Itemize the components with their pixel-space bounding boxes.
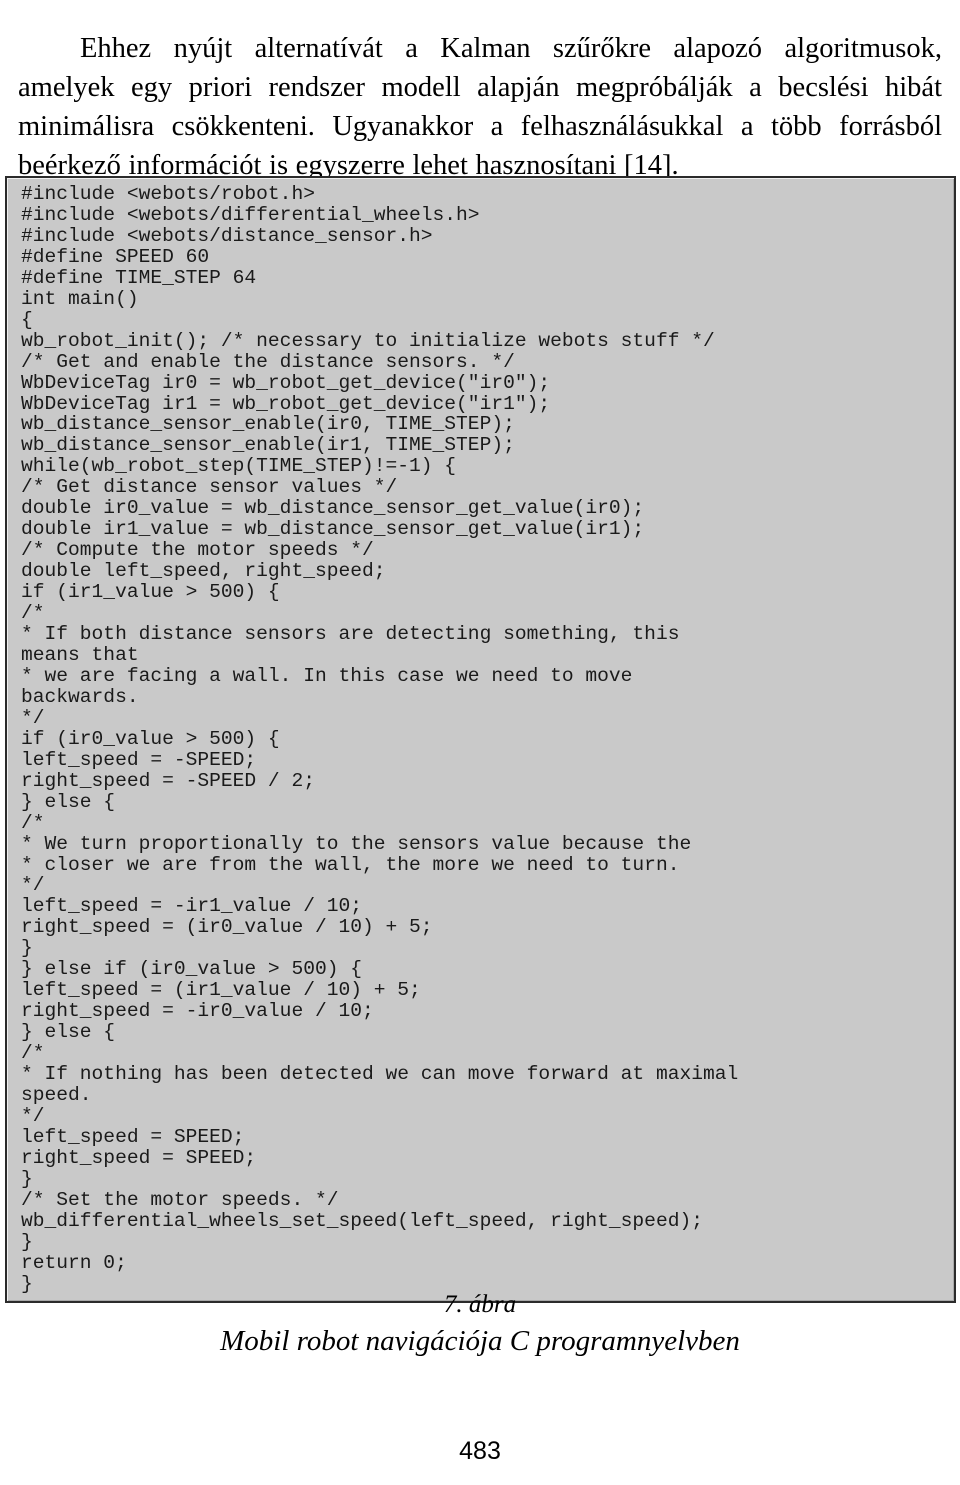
code-line: */ xyxy=(21,1104,45,1127)
code-line: if (ir1_value > 500) { xyxy=(21,581,280,604)
code-line: right_speed = -ir0_value / 10; xyxy=(21,1000,374,1023)
code-line: * we are facing a wall. In this case we … xyxy=(21,664,633,687)
code-line: right_speed = -SPEED / 2; xyxy=(21,769,315,792)
code-line: * If nothing has been detected we can mo… xyxy=(21,1063,739,1086)
code-line: if (ir0_value > 500) { xyxy=(21,727,280,750)
code-line: * If both distance sensors are detecting… xyxy=(21,623,680,646)
page-number: 483 xyxy=(459,1437,501,1465)
code-line: right_speed = (ir0_value / 10) + 5; xyxy=(21,916,433,939)
code-line: /* xyxy=(21,1042,45,1065)
code-figure: #include <webots/robot.h> #include <webot… xyxy=(5,176,956,1303)
code-line: #include <webots/distance_sensor.h> xyxy=(21,224,433,247)
code-line: } xyxy=(21,1230,33,1253)
code-line: /* Set the motor speeds. */ xyxy=(21,1188,339,1211)
code-line: */ xyxy=(21,706,45,729)
code-line: } else if (ir0_value > 500) { xyxy=(21,958,362,981)
code-line: } else { xyxy=(21,1021,116,1044)
code-line: backwards. xyxy=(21,685,139,708)
code-line: /* Get distance sensor values */ xyxy=(21,476,398,499)
code-line: #define TIME_STEP 64 xyxy=(21,266,257,289)
code-line: * closer we are from the wall, the more … xyxy=(21,853,680,876)
document-page: Ehhez nyújt alternatívát a Kalman szűrők… xyxy=(0,0,960,1485)
code-line: * We turn proportionally to the sensors … xyxy=(21,832,692,855)
code-block-frame: #include <webots/robot.h> #include <webot… xyxy=(5,176,956,1303)
code-line: int main() xyxy=(21,287,139,310)
code-line: double left_speed, right_speed; xyxy=(21,560,386,583)
code-line: } xyxy=(21,937,33,960)
code-line: while(wb_robot_step(TIME_STEP)!=-1) { xyxy=(21,455,457,478)
code-line: WbDeviceTag ir0 = wb_robot_get_device("i… xyxy=(21,371,551,394)
figure-caption-number: 7. ábra xyxy=(443,1291,517,1318)
code-line: #include <webots/robot.h> xyxy=(21,183,315,205)
code-line: speed. xyxy=(21,1083,92,1106)
code-line: WbDeviceTag ir1 = wb_robot_get_device("i… xyxy=(21,392,551,415)
code-line: } xyxy=(21,1167,33,1190)
code-listing: #include <webots/robot.h> #include <webot… xyxy=(7,184,954,1295)
code-line: wb_differential_wheels_set_speed(left_sp… xyxy=(21,1209,703,1232)
code-line: /* Compute the motor speeds */ xyxy=(21,539,374,562)
code-line: left_speed = (ir1_value / 10) + 5; xyxy=(21,979,421,1002)
code-line: double ir0_value = wb_distance_sensor_ge… xyxy=(21,497,645,520)
code-line: } else { xyxy=(21,790,116,813)
code-line: wb_robot_init(); /* necessary to initial… xyxy=(21,329,715,352)
code-line: left_speed = -SPEED; xyxy=(21,748,257,771)
code-line: left_speed = -ir1_value / 10; xyxy=(21,895,362,918)
code-line: return 0; xyxy=(21,1251,127,1274)
code-line: wb_distance_sensor_enable(ir1, TIME_STEP… xyxy=(21,434,515,457)
code-line: left_speed = SPEED; xyxy=(21,1125,245,1148)
code-line: { xyxy=(21,308,33,331)
code-line: #include <webots/differential_wheels.h> xyxy=(21,203,480,226)
figure-caption: 7. ábra Mobil robot navigációja C progra… xyxy=(0,1288,960,1360)
code-line: /* xyxy=(21,602,45,625)
code-line: /* xyxy=(21,811,45,834)
body-paragraph: Ehhez nyújt alternatívát a Kalman szűrők… xyxy=(18,32,942,181)
code-line: means that xyxy=(21,643,139,666)
code-line: double ir1_value = wb_distance_sensor_ge… xyxy=(21,518,645,541)
code-line: /* Get and enable the distance sensors. … xyxy=(21,350,515,373)
code-line: wb_distance_sensor_enable(ir0, TIME_STEP… xyxy=(21,413,515,436)
code-line: #define SPEED 60 xyxy=(21,245,210,268)
code-line: */ xyxy=(21,874,45,897)
code-line: right_speed = SPEED; xyxy=(21,1146,257,1169)
figure-caption-title: Mobil robot navigációja C programnyelvbe… xyxy=(220,1325,740,1357)
